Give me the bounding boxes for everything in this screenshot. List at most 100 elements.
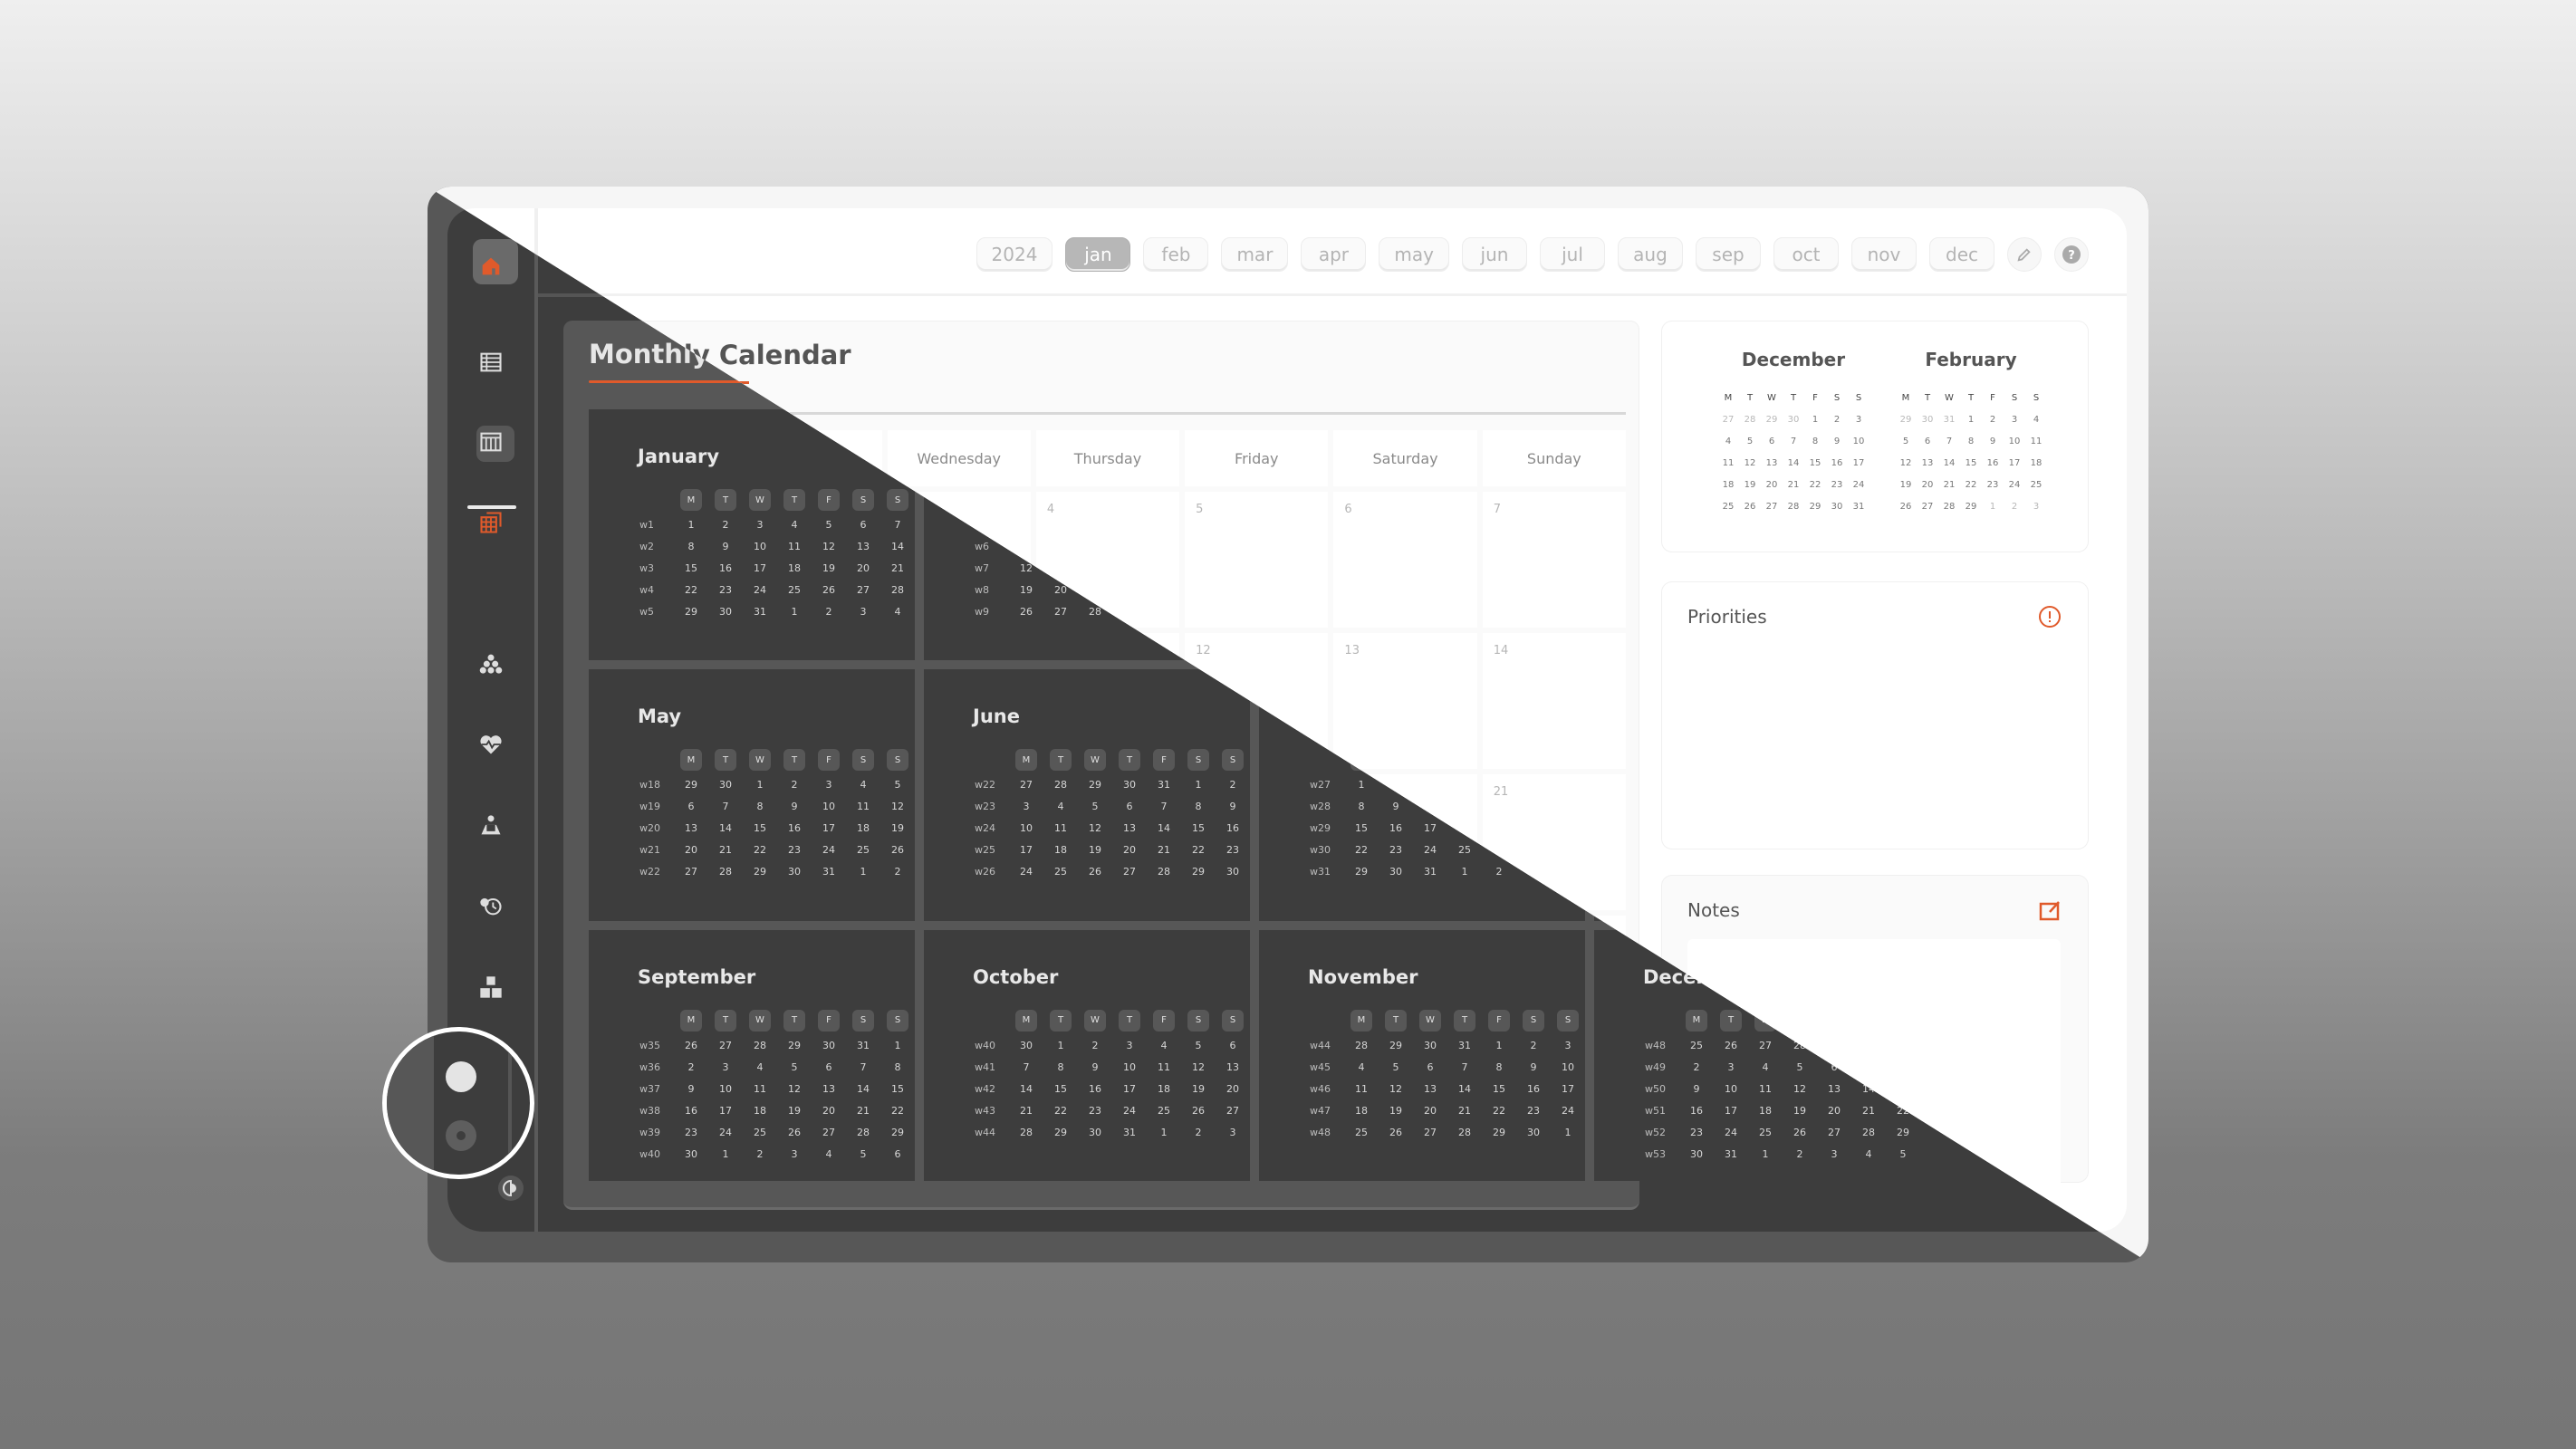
day-cell[interactable]: 19 <box>1078 840 1112 861</box>
day-cell[interactable]: 5 <box>1886 1144 1920 1166</box>
day-cell[interactable]: 27 <box>1413 1122 1447 1144</box>
day-cell[interactable]: 24 <box>1009 861 1043 883</box>
day-cell[interactable]: 9 <box>1516 1057 1551 1079</box>
day-cell[interactable]: 7 <box>708 796 743 818</box>
day-cell[interactable]: 30 <box>1009 1035 1043 1057</box>
edit-button[interactable] <box>2007 237 2042 272</box>
day-cell[interactable]: 3 <box>2025 499 2047 515</box>
day-cell[interactable]: 7 <box>1482 492 1626 628</box>
day-cell[interactable]: 22 <box>1804 477 1826 494</box>
day-cell[interactable]: 1 <box>1551 1122 1585 1144</box>
day-cell[interactable]: 12 <box>1379 1079 1413 1100</box>
day-cell[interactable]: 9 <box>1216 796 1250 818</box>
day-cell[interactable]: 10 <box>743 536 777 558</box>
day-cell[interactable]: 7 <box>1447 1057 1482 1079</box>
day-cell[interactable]: 10 <box>708 1079 743 1100</box>
day-cell[interactable]: 29 <box>880 1122 915 1144</box>
day-cell[interactable]: 8 <box>674 536 708 558</box>
day-cell[interactable]: 19 <box>1181 1079 1216 1100</box>
day-cell[interactable]: 23 <box>1516 1100 1551 1122</box>
day-cell[interactable]: 28 <box>1851 1122 1886 1144</box>
day-cell[interactable]: 24 <box>743 580 777 601</box>
day-cell[interactable]: 29 <box>1344 861 1379 883</box>
day-cell[interactable]: 27 <box>1112 861 1147 883</box>
day-cell[interactable]: 30 <box>1379 861 1413 883</box>
tab-month-may[interactable]: may <box>1379 237 1449 272</box>
day-cell[interactable]: 4 <box>1043 796 1078 818</box>
day-cell[interactable]: 27 <box>1009 774 1043 796</box>
day-cell[interactable]: 26 <box>1895 499 1917 515</box>
day-cell[interactable]: 19 <box>1739 477 1761 494</box>
sidebar-item-numbers[interactable] <box>473 969 509 1005</box>
year-selector[interactable]: 2024 <box>976 237 1053 272</box>
day-cell[interactable]: 1 <box>1181 774 1216 796</box>
day-cell[interactable]: 24 <box>812 840 846 861</box>
day-cell[interactable]: 17 <box>812 818 846 840</box>
day-cell[interactable]: 2 <box>743 1144 777 1166</box>
day-cell[interactable]: 5 <box>846 1144 880 1166</box>
day-cell[interactable]: 26 <box>1783 1122 1817 1144</box>
day-cell[interactable]: 31 <box>1938 412 1960 428</box>
sidebar-item-finance[interactable] <box>473 645 509 681</box>
day-cell[interactable]: 26 <box>1379 1122 1413 1144</box>
sidebar-item-week-view[interactable] <box>473 424 509 460</box>
day-cell[interactable]: 1 <box>777 601 812 623</box>
day-cell[interactable]: 11 <box>1043 818 1078 840</box>
day-cell[interactable]: 29 <box>1043 1122 1078 1144</box>
day-cell[interactable]: 1 <box>880 1035 915 1057</box>
day-cell[interactable]: 5 <box>1185 492 1329 628</box>
day-cell[interactable]: 27 <box>846 580 880 601</box>
day-cell[interactable]: 22 <box>1043 1100 1078 1122</box>
day-cell[interactable]: 27 <box>674 861 708 883</box>
day-cell[interactable]: 26 <box>1009 601 1043 623</box>
day-cell[interactable]: 9 <box>777 796 812 818</box>
day-cell[interactable]: 11 <box>1147 1057 1181 1079</box>
day-cell[interactable]: 19 <box>812 558 846 580</box>
day-cell[interactable]: 2 <box>812 601 846 623</box>
day-cell[interactable]: 27 <box>1761 499 1783 515</box>
day-cell[interactable]: 27 <box>1043 601 1078 623</box>
day-cell[interactable]: 6 <box>812 1057 846 1079</box>
day-cell[interactable]: 26 <box>1714 1035 1748 1057</box>
day-cell[interactable]: 11 <box>1748 1079 1783 1100</box>
day-cell[interactable]: 5 <box>777 1057 812 1079</box>
day-cell[interactable]: 9 <box>1679 1079 1714 1100</box>
day-cell[interactable]: 4 <box>743 1057 777 1079</box>
day-cell[interactable]: 21 <box>846 1100 880 1122</box>
day-cell[interactable]: 19 <box>1379 1100 1413 1122</box>
day-cell[interactable]: 13 <box>812 1079 846 1100</box>
day-cell[interactable]: 30 <box>1413 1035 1447 1057</box>
day-cell[interactable]: 23 <box>1216 840 1250 861</box>
day-cell[interactable]: 13 <box>1216 1057 1250 1079</box>
month-card-june[interactable]: June M T W T F S Sw22 27 28 29 30 31 1 2 w23 3 4 5 6 7 8 9 w24 1… <box>924 669 1250 921</box>
day-cell[interactable]: 2 <box>2004 499 2025 515</box>
day-cell[interactable]: 30 <box>1826 499 1848 515</box>
day-cell[interactable]: 3 <box>708 1057 743 1079</box>
day-cell[interactable]: 30 <box>1679 1144 1714 1166</box>
day-cell[interactable]: 2 <box>1982 412 2004 428</box>
day-cell[interactable]: 4 <box>1717 434 1739 450</box>
day-cell[interactable]: 12 <box>880 796 915 818</box>
day-cell[interactable]: 13 <box>1112 818 1147 840</box>
day-cell[interactable]: 2 <box>1826 412 1848 428</box>
day-cell[interactable]: 26 <box>1181 1100 1216 1122</box>
day-cell[interactable]: 3 <box>1009 796 1043 818</box>
day-cell[interactable]: 16 <box>1982 456 2004 472</box>
day-cell[interactable]: 23 <box>708 580 743 601</box>
day-cell[interactable]: 16 <box>1379 818 1413 840</box>
sidebar-item-list-view[interactable] <box>473 344 509 380</box>
day-cell[interactable]: 30 <box>708 774 743 796</box>
sidebar-item-health[interactable] <box>473 726 509 763</box>
day-cell[interactable]: 30 <box>1516 1122 1551 1144</box>
day-cell[interactable]: 28 <box>1739 412 1761 428</box>
day-cell[interactable]: 12 <box>812 536 846 558</box>
day-cell[interactable]: 30 <box>1216 861 1250 883</box>
day-cell[interactable]: 23 <box>674 1122 708 1144</box>
day-cell[interactable]: 29 <box>1804 499 1826 515</box>
day-cell[interactable]: 17 <box>1009 840 1043 861</box>
month-card-september[interactable]: September M T W T F S Sw35 26 27 28 29 30 31 1 w36 2 3 4 5 6… <box>589 929 915 1181</box>
day-cell[interactable]: 14 <box>1147 818 1181 840</box>
day-cell[interactable]: 17 <box>1413 818 1447 840</box>
day-cell[interactable]: 24 <box>1848 477 1870 494</box>
day-cell[interactable]: 12 <box>777 1079 812 1100</box>
